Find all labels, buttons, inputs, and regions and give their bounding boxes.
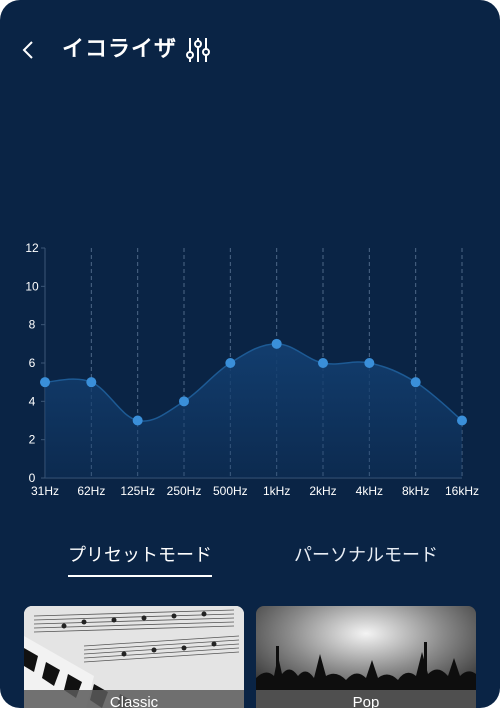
eq-band-handle[interactable] [225, 358, 236, 368]
sliders-icon [186, 38, 210, 62]
eq-band-handle[interactable] [86, 377, 97, 388]
x-tick-label: 16kHz [445, 484, 479, 498]
tab-preset-mode[interactable]: プリセットモード [68, 538, 212, 577]
y-tick-label: 0 [29, 471, 36, 485]
eq-band-handle[interactable] [410, 377, 421, 388]
header: イコライザ [0, 0, 500, 100]
equalizer-graph: 0 2 4 6 8 10 12 31Hz 62Hz 125Hz 250Hz 500Hz 1kHz 2kHz… [25, 241, 479, 498]
y-tick-label: 2 [29, 433, 36, 447]
eq-band-handle[interactable] [40, 377, 50, 388]
x-tick-label: 4kHz [356, 484, 383, 498]
x-tick-label: 2kHz [309, 484, 336, 498]
back-arrow-icon [22, 41, 33, 59]
equalizer-settings-button[interactable] [185, 36, 213, 64]
eq-band-handle[interactable] [457, 415, 467, 426]
preset-card-classic[interactable]: Classic [24, 606, 244, 708]
x-tick-label: 1kHz [263, 484, 290, 498]
x-tick-label: 500Hz [213, 484, 248, 498]
equalizer-chart: 0 2 4 6 8 10 12 31Hz 62Hz 125Hz 250Hz 500Hz 1kHz 2kHz… [0, 230, 500, 510]
back-button[interactable] [14, 34, 42, 66]
y-tick-label: 12 [25, 241, 39, 255]
eq-band-handle[interactable] [318, 358, 328, 368]
mode-tabs: プリセットモード パーソナルモード [0, 538, 500, 578]
y-tick-label: 6 [29, 356, 36, 370]
x-tick-label: 8kHz [402, 484, 429, 498]
page-title: イコライザ [62, 37, 178, 62]
preset-label-classic: Classic [24, 690, 244, 708]
eq-band-handle[interactable] [179, 396, 189, 407]
equalizer-screen: イコライザ 0 2 4 6 8 10 12 31Hz 62Hz 125Hz 250Hz 500Hz 1k… [0, 0, 500, 708]
preset-label-pop: Pop [256, 690, 476, 708]
y-tick-label: 8 [29, 318, 36, 332]
tab-personal-mode[interactable]: パーソナルモード [294, 538, 438, 574]
x-tick-label: 31Hz [31, 484, 59, 498]
eq-band-handle[interactable] [364, 358, 375, 368]
x-tick-label: 125Hz [120, 484, 155, 498]
y-tick-label: 10 [25, 279, 39, 293]
eq-band-handle[interactable] [271, 338, 282, 349]
eq-area [45, 343, 462, 478]
preset-cards: Classic Pop [0, 606, 500, 708]
preset-card-pop[interactable]: Pop [256, 606, 476, 708]
x-tick-label: 250Hz [167, 484, 202, 498]
y-tick-label: 4 [29, 394, 36, 408]
eq-band-handle[interactable] [132, 415, 143, 426]
x-tick-label: 62Hz [77, 484, 105, 498]
